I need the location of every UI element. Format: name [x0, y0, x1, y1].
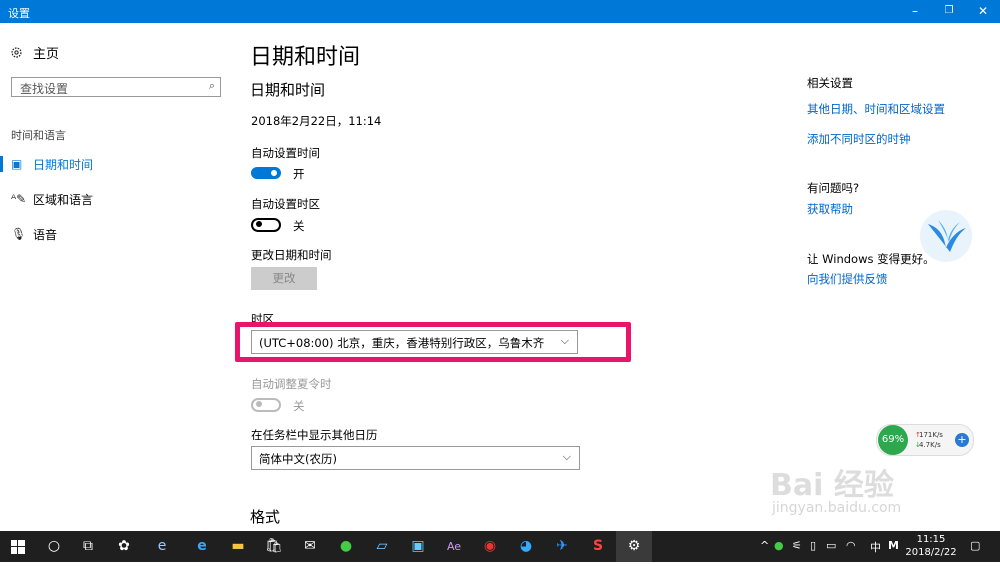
- category-label: 时间和语言: [11, 129, 66, 142]
- green-app-icon[interactable]: ●: [328, 531, 364, 562]
- calendar-label: 在任务栏中显示其他日历: [251, 428, 378, 442]
- home-nav-item[interactable]: 主页: [10, 43, 59, 62]
- feedback-link[interactable]: 向我们提供反馈: [807, 271, 888, 287]
- home-label: 主页: [33, 47, 60, 62]
- start-button[interactable]: [0, 531, 36, 562]
- sidebar-item-speech[interactable]: 🎙︎ 语音: [0, 221, 232, 247]
- settings-taskbar-icon[interactable]: ⚙: [616, 531, 652, 562]
- minimize-button[interactable]: –: [898, 0, 932, 23]
- sidebar-item-region-language[interactable]: ᴬ✎ 区域和语言: [0, 186, 232, 212]
- microphone-icon: 🎙︎: [11, 227, 27, 241]
- window-title: 设置: [8, 7, 30, 20]
- sidebar-item-label: 语音: [33, 227, 58, 242]
- ime-label[interactable]: 中: [870, 539, 881, 555]
- page-title: 日期和时间: [250, 45, 361, 70]
- toggle-knob: [256, 221, 262, 227]
- laptop-app-icon[interactable]: ▱: [364, 531, 400, 562]
- bird-logo-icon[interactable]: [920, 210, 972, 262]
- calendar-value: 简体中文(农历): [259, 452, 337, 466]
- usage-percent: 69%: [878, 425, 908, 455]
- bird-app-icon[interactable]: ✈: [544, 531, 580, 562]
- format-heading: 格式: [250, 508, 281, 526]
- gear-icon: [11, 47, 22, 58]
- sidebar-item-label: 日期和时间: [33, 157, 94, 172]
- ie-browser-icon[interactable]: e: [144, 531, 180, 562]
- highlight-box: [235, 322, 631, 362]
- clock-time: 11:15: [916, 534, 946, 545]
- section-title: 日期和时间: [250, 81, 326, 99]
- chevron-down-icon: ⌵: [562, 450, 571, 463]
- add-clocks-link[interactable]: 添加不同时区的时钟: [807, 131, 911, 147]
- auto-timezone-toggle[interactable]: [251, 218, 281, 232]
- netease-music-icon[interactable]: ◉: [472, 531, 508, 562]
- get-help-link[interactable]: 获取帮助: [807, 201, 853, 217]
- auto-timezone-label: 自动设置时区: [251, 197, 320, 211]
- main-content: 日期和时间 日期和时间 2018年2月22日，11:14 自动设置时间 开 自动…: [232, 23, 792, 531]
- wifi-icon[interactable]: ◠: [846, 539, 856, 552]
- tray-green-icon[interactable]: ●: [774, 539, 784, 552]
- toggle-knob: [256, 401, 262, 407]
- taskbar: ○ ⧉ ✿ e e ▬ 🛍︎ ✉ ● ▱ ▣ Ae ◉ ◕ ✈ S ⚙ ^ ● …: [0, 531, 1000, 562]
- sidebar: 主页 查找设置 ⌕ 时间和语言 ▣ 日期和时间 ᴬ✎ 区域和语言 🎙︎ 语音: [0, 23, 232, 531]
- dst-label: 自动调整夏令时: [251, 377, 332, 391]
- mail-icon[interactable]: ✉: [292, 531, 328, 562]
- watermark-url: jingyan.baidu.com: [772, 500, 902, 516]
- help-title: 有问题吗?: [807, 181, 860, 195]
- language-icon: ᴬ✎: [11, 192, 27, 206]
- watermark: Bai 经验: [770, 468, 894, 503]
- tray-up-arrow[interactable]: ^: [760, 539, 769, 552]
- sidebar-item-date-time[interactable]: ▣ 日期和时间: [0, 151, 232, 177]
- tray-mobile-icon[interactable]: ▯: [810, 539, 816, 552]
- auto-time-label: 自动设置时间: [251, 146, 320, 160]
- title-bar: 设置 – ❐ ✕: [0, 0, 1000, 23]
- remote-desktop-icon[interactable]: ▣: [400, 531, 436, 562]
- browser-app-icon[interactable]: ◕: [508, 531, 544, 562]
- taskbar-clock[interactable]: 11:15 2018/2/22: [905, 533, 957, 559]
- battery-icon[interactable]: ▭: [826, 539, 836, 552]
- windows-logo-icon: [11, 540, 25, 554]
- auto-timezone-state: 关: [293, 219, 305, 233]
- sidebar-item-label: 区域和语言: [33, 192, 94, 207]
- toggle-knob: [271, 170, 277, 176]
- change-button[interactable]: 更改: [251, 267, 317, 290]
- plus-icon[interactable]: +: [955, 433, 969, 447]
- calendar-select[interactable]: 简体中文(农历) ⌵: [251, 446, 580, 470]
- action-center-icon[interactable]: ▢: [970, 539, 980, 552]
- upload-speed: 171K/s: [919, 431, 943, 439]
- active-indicator: [0, 156, 3, 172]
- dst-state: 关: [293, 399, 305, 413]
- search-icon: ⌕: [208, 79, 215, 92]
- clock-date: 2018/2/22: [905, 547, 957, 558]
- network-speed-widget[interactable]: 69% ↑ 171K/s ↓ 4.7K/s +: [876, 424, 974, 456]
- task-view-icon[interactable]: ⧉: [70, 531, 106, 562]
- close-button[interactable]: ✕: [966, 0, 1000, 23]
- maximize-button[interactable]: ❐: [932, 0, 966, 23]
- sogou-icon[interactable]: S: [580, 531, 616, 562]
- dst-toggle: [251, 398, 281, 412]
- search-placeholder: 查找设置: [20, 82, 69, 96]
- improve-title: 让 Windows 变得更好。: [807, 252, 935, 266]
- file-explorer-icon[interactable]: ▬: [220, 531, 256, 562]
- cortana-icon[interactable]: ○: [36, 531, 72, 562]
- ime-mode[interactable]: M: [888, 539, 899, 552]
- pinwheel-app-icon[interactable]: ✿: [106, 531, 142, 562]
- calendar-clock-icon: ▣: [11, 157, 23, 171]
- edge-browser-icon[interactable]: e: [184, 531, 220, 562]
- auto-time-toggle[interactable]: [251, 167, 281, 179]
- settings-search-input[interactable]: 查找设置 ⌕: [11, 77, 221, 97]
- related-settings-title: 相关设置: [807, 76, 853, 90]
- store-icon[interactable]: 🛍︎: [256, 531, 292, 562]
- download-speed: 4.7K/s: [919, 441, 941, 449]
- other-datetime-region-link[interactable]: 其他日期、时间和区域设置: [807, 101, 945, 117]
- after-effects-icon[interactable]: Ae: [436, 531, 472, 562]
- auto-time-state: 开: [293, 167, 305, 181]
- tray-network-icon[interactable]: ⚟: [792, 539, 802, 552]
- change-datetime-label: 更改日期和时间: [251, 248, 332, 262]
- current-datetime: 2018年2月22日，11:14: [251, 114, 382, 128]
